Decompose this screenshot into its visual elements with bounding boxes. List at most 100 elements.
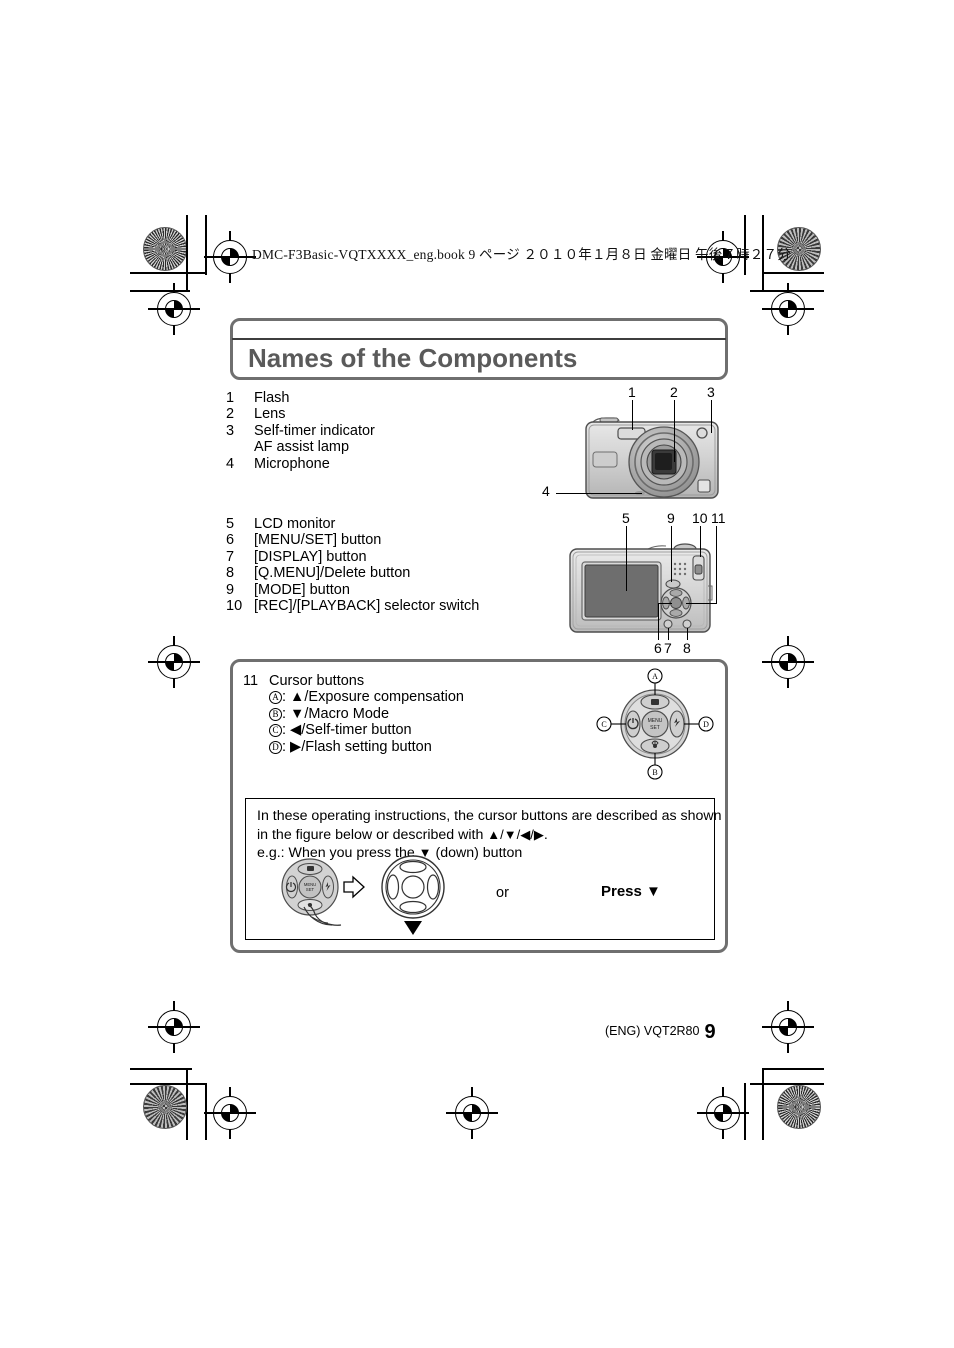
example-row: MENU SET or Press ▼ [246, 855, 716, 939]
list-item-number: 4 [226, 455, 235, 472]
parts-list-front: 1 Flash 2 Lens 3 Self-timer indicator AF… [226, 390, 375, 472]
manual-page: DMC-F3Basic-VQTXXXX_eng.book 9 ページ ２０１０年… [0, 0, 954, 1348]
list-item-number: 10 [226, 598, 243, 615]
circled-letter-a: A [269, 691, 282, 705]
list-item-label: : ▲/Exposure compensation [282, 689, 465, 706]
callout-leader [658, 603, 672, 605]
list-item-label: Lens [254, 406, 286, 423]
list-item-number: 3 [226, 422, 235, 439]
list-item: C: ◀/Self-timer button [243, 722, 464, 738]
registration-target-bottom-left [204, 1087, 256, 1139]
cursor-buttons-panel: 11 Cursor buttons A: ▲/Exposure compensa… [230, 659, 728, 953]
registration-target-right-middle [762, 636, 814, 688]
cursor-buttons-list: 11 Cursor buttons A: ▲/Exposure compensa… [243, 673, 464, 755]
crop-line [186, 215, 188, 290]
crop-line [762, 272, 824, 274]
list-item-number: 2 [226, 406, 235, 423]
list-item-number: 6 [226, 532, 235, 549]
or-label: or [496, 885, 509, 901]
callout-leader [716, 526, 718, 604]
list-item: 2 Lens [226, 406, 375, 422]
list-item: A: ▲/Exposure compensation [243, 689, 464, 705]
list-item-number: 7 [226, 548, 235, 565]
page-title: Names of the Components [248, 343, 578, 373]
callout-back-6: 6 [654, 640, 662, 656]
callout-front-1: 1 [628, 384, 636, 400]
camera-back-illustration [569, 543, 713, 633]
list-item-number: 11 [243, 673, 259, 689]
callout-leader [671, 526, 673, 582]
figure-camera-back: 5 9 10 11 6 7 8 [556, 510, 736, 658]
circled-letter-d: D [269, 740, 282, 754]
list-item-number: 5 [226, 516, 235, 532]
list-item-label: [DISPLAY] button [254, 548, 367, 565]
list-item-label: LCD monitor [254, 516, 336, 532]
callout-leader [632, 400, 634, 430]
registration-target-left-middle [148, 636, 200, 688]
list-item: 5 LCD monitor [226, 516, 479, 532]
note-line-1: In these operating instructions, the cur… [257, 808, 722, 824]
list-item: 6 [MENU/SET] button [226, 532, 479, 548]
callout-leader [674, 400, 676, 462]
svg-text:B: B [652, 768, 657, 777]
svg-text:SET: SET [650, 725, 660, 731]
callout-front-3: 3 [707, 384, 715, 400]
list-item: 1 Flash [226, 390, 375, 406]
callout-leader [556, 493, 642, 495]
callout-back-7: 7 [664, 640, 672, 656]
crop-line [762, 1068, 764, 1140]
callout-leader [668, 628, 670, 640]
crop-line [130, 272, 205, 274]
print-header-text: DMC-F3Basic-VQTXXXX_eng.book 9 ページ ２０１０年… [252, 247, 791, 262]
registration-target-bottom-center [446, 1087, 498, 1139]
list-item-label: AF assist lamp [254, 439, 350, 456]
svg-text:MENU: MENU [648, 718, 663, 724]
callout-back-5: 5 [622, 510, 630, 526]
hand-press-illustration: MENU SET [281, 858, 365, 926]
circled-letter-c: C [269, 724, 282, 738]
list-item: 9 [MODE] button [226, 582, 479, 598]
registration-target-right-upper [762, 283, 814, 335]
callout-leader [658, 604, 660, 640]
list-item-label: Microphone [254, 455, 330, 472]
figure-hand-press: MENU SET [268, 855, 368, 939]
list-item: AF assist lamp [226, 439, 375, 455]
crop-line [130, 1068, 192, 1070]
crop-line [750, 1083, 824, 1085]
list-item: 4 Microphone [226, 456, 375, 472]
list-item: 11 Cursor buttons [243, 673, 464, 689]
registration-star-bottom-left [143, 1085, 187, 1129]
note-line-2: in the figure below or described with ▲/… [257, 826, 548, 843]
svg-text:D: D [703, 720, 709, 729]
callout-leader [700, 526, 702, 557]
registration-star-top-left [143, 227, 187, 271]
figure-cursor-pad-detail: MENU SET A B C D [595, 668, 715, 780]
callout-back-11: 11 [711, 510, 726, 526]
instruction-note-box: In these operating instructions, the cur… [245, 798, 722, 940]
figure-camera-front: 1 2 3 4 [542, 384, 736, 512]
list-item-number [226, 439, 254, 455]
list-item-label: : ▼/Macro Mode [282, 705, 390, 722]
list-item: 7 [DISPLAY] button [226, 549, 479, 565]
pad-down-illustration [381, 855, 445, 935]
footer-code: (ENG) VQT2R80 [605, 1024, 700, 1038]
list-item: 3 Self-timer indicator [226, 423, 375, 439]
list-item: 10 [REC]/[PLAYBACK] selector switch [226, 598, 479, 614]
list-item-label: : ▶/Flash setting button [282, 738, 432, 755]
registration-target-bottom-right [697, 1087, 749, 1139]
svg-text:SET: SET [306, 887, 315, 892]
registration-star-bottom-right [777, 1085, 821, 1129]
circled-letter-b: B [269, 707, 282, 721]
arrow-glyphs: ▲/▼/◀/▶ [487, 826, 544, 842]
list-item-number: 9 [226, 581, 235, 598]
list-item-label: [REC]/[PLAYBACK] selector switch [254, 598, 480, 615]
callout-back-8: 8 [683, 640, 691, 656]
callout-leader [687, 628, 689, 640]
crop-line [205, 215, 207, 275]
page-number: 9 [704, 1021, 716, 1043]
list-item: B: ▼/Macro Mode [243, 706, 464, 722]
list-item-number: 8 [226, 565, 235, 582]
parts-list-back: 5 LCD monitor 6 [MENU/SET] button 7 [DIS… [226, 516, 479, 614]
svg-text:A: A [652, 672, 658, 681]
callout-back-10: 10 [692, 510, 708, 526]
